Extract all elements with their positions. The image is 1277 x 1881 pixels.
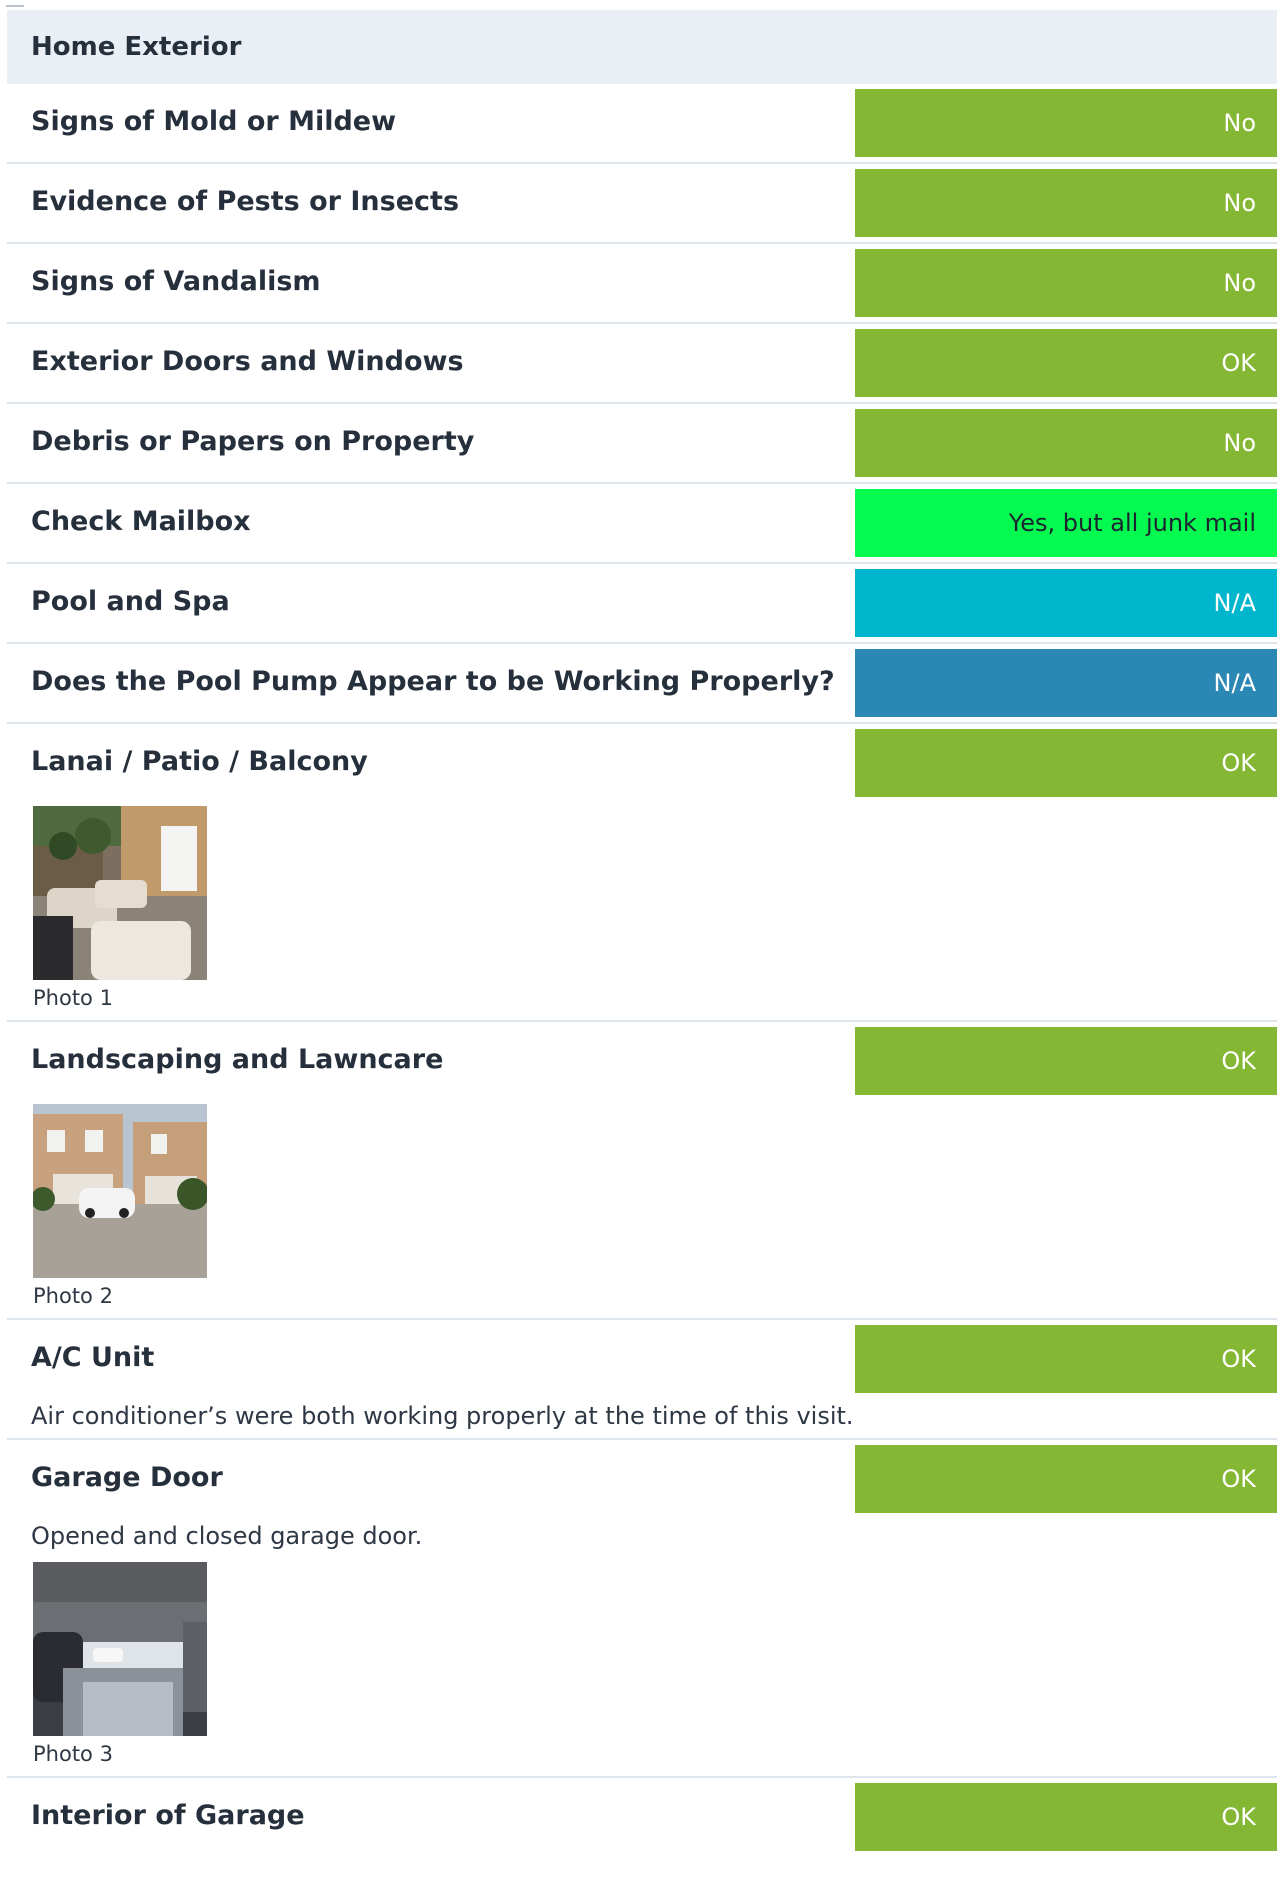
row-title: Signs of Mold or Mildew	[31, 106, 397, 137]
row-title: Exterior Doors and Windows	[31, 346, 464, 377]
status-badge: N/A	[855, 649, 1277, 717]
photo-thumbnail[interactable]	[33, 806, 207, 980]
checklist-row-garage-door: Garage Door OK Opened and closed garage …	[7, 1440, 1277, 1778]
status-badge: N/A	[855, 569, 1277, 637]
row-title: Garage Door	[31, 1462, 223, 1493]
checklist-row-mold: Signs of Mold or Mildew No	[7, 84, 1277, 164]
photo-caption: Photo 1	[33, 986, 113, 1010]
row-title: Interior of Garage	[31, 1800, 305, 1831]
row-title: Lanai / Patio / Balcony	[31, 746, 368, 777]
checklist-row-lanai: Lanai / Patio / Balcony OK Photo 1	[7, 724, 1277, 1022]
status-badge: OK	[855, 729, 1277, 797]
checklist-row-ac-unit: A/C Unit OK Air conditioner’s were both …	[7, 1320, 1277, 1440]
photo-caption: Photo 3	[33, 1742, 113, 1766]
row-title: A/C Unit	[31, 1342, 155, 1373]
checklist-row-vandalism: Signs of Vandalism No	[7, 244, 1277, 324]
checklist-row-debris: Debris or Papers on Property No	[7, 404, 1277, 484]
status-badge: OK	[855, 1325, 1277, 1393]
status-badge: No	[855, 169, 1277, 237]
row-title: Evidence of Pests or Insects	[31, 186, 460, 217]
status-badge: OK	[855, 329, 1277, 397]
section-header: Home Exterior	[7, 10, 1277, 84]
status-badge: OK	[855, 1783, 1277, 1851]
row-title: Check Mailbox	[31, 506, 251, 537]
top-left-mark	[6, 5, 24, 7]
row-title: Debris or Papers on Property	[31, 426, 475, 457]
status-badge: No	[855, 409, 1277, 477]
status-badge: No	[855, 89, 1277, 157]
checklist-row-pool-spa: Pool and Spa N/A	[7, 564, 1277, 644]
row-title: Pool and Spa	[31, 586, 230, 617]
row-title: Landscaping and Lawncare	[31, 1044, 444, 1075]
status-badge: No	[855, 249, 1277, 317]
status-badge: OK	[855, 1027, 1277, 1095]
checklist-row-mailbox: Check Mailbox Yes, but all junk mail	[7, 484, 1277, 564]
row-title: Signs of Vandalism	[31, 266, 321, 297]
row-note: Opened and closed garage door.	[31, 1522, 423, 1550]
checklist-row-pool-pump: Does the Pool Pump Appear to be Working …	[7, 644, 1277, 724]
status-badge: OK	[855, 1445, 1277, 1513]
status-badge: Yes, but all junk mail	[855, 489, 1277, 557]
photo-caption: Photo 2	[33, 1284, 113, 1308]
checklist-row-doors-windows: Exterior Doors and Windows OK	[7, 324, 1277, 404]
photo-thumbnail[interactable]	[33, 1562, 207, 1736]
row-note: Air conditioner’s were both working prop…	[31, 1402, 854, 1430]
checklist-row-landscaping: Landscaping and Lawncare OK Photo 2	[7, 1022, 1277, 1320]
checklist-row-pests: Evidence of Pests or Insects No	[7, 164, 1277, 244]
inspection-report: Home Exterior Signs of Mold or Mildew No…	[7, 10, 1277, 1856]
photo-thumbnail[interactable]	[33, 1104, 207, 1278]
checklist-row-garage-interior: Interior of Garage OK	[7, 1778, 1277, 1856]
row-title: Does the Pool Pump Appear to be Working …	[31, 666, 835, 697]
section-title: Home Exterior	[31, 32, 242, 62]
